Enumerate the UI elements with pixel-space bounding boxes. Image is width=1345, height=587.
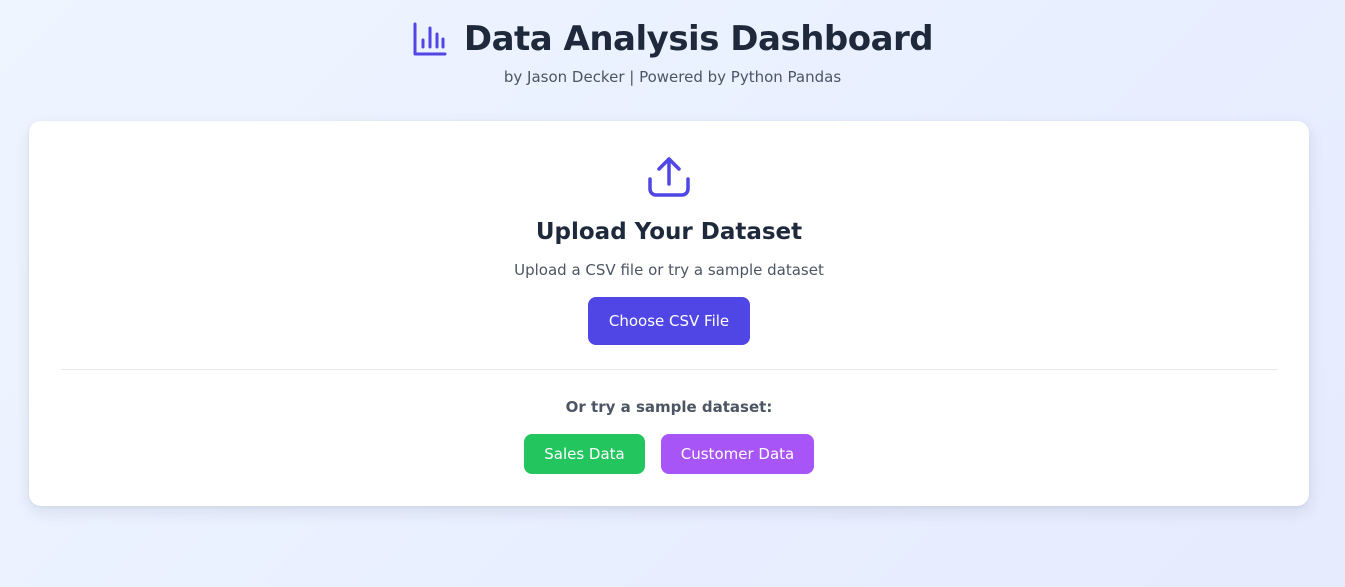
- upload-card: Upload Your Dataset Upload a CSV file or…: [29, 121, 1309, 506]
- sales-data-button[interactable]: Sales Data: [524, 434, 645, 474]
- customer-data-button[interactable]: Customer Data: [661, 434, 814, 474]
- title-row: Data Analysis Dashboard: [0, 14, 1345, 64]
- page-header: Data Analysis Dashboard by Jason Decker …: [0, 14, 1345, 86]
- upload-icon: [648, 157, 690, 197]
- choose-csv-button[interactable]: Choose CSV File: [588, 297, 750, 345]
- sample-dataset-label: Or try a sample dataset:: [565, 398, 773, 416]
- bar-chart-icon: [413, 22, 447, 56]
- upload-title: Upload Your Dataset: [535, 219, 803, 245]
- divider: [61, 369, 1277, 370]
- upload-description: Upload a CSV file or try a sample datase…: [514, 261, 824, 279]
- page-title: Data Analysis Dashboard: [463, 19, 934, 59]
- page-subtitle: by Jason Decker | Powered by Python Pand…: [503, 68, 842, 86]
